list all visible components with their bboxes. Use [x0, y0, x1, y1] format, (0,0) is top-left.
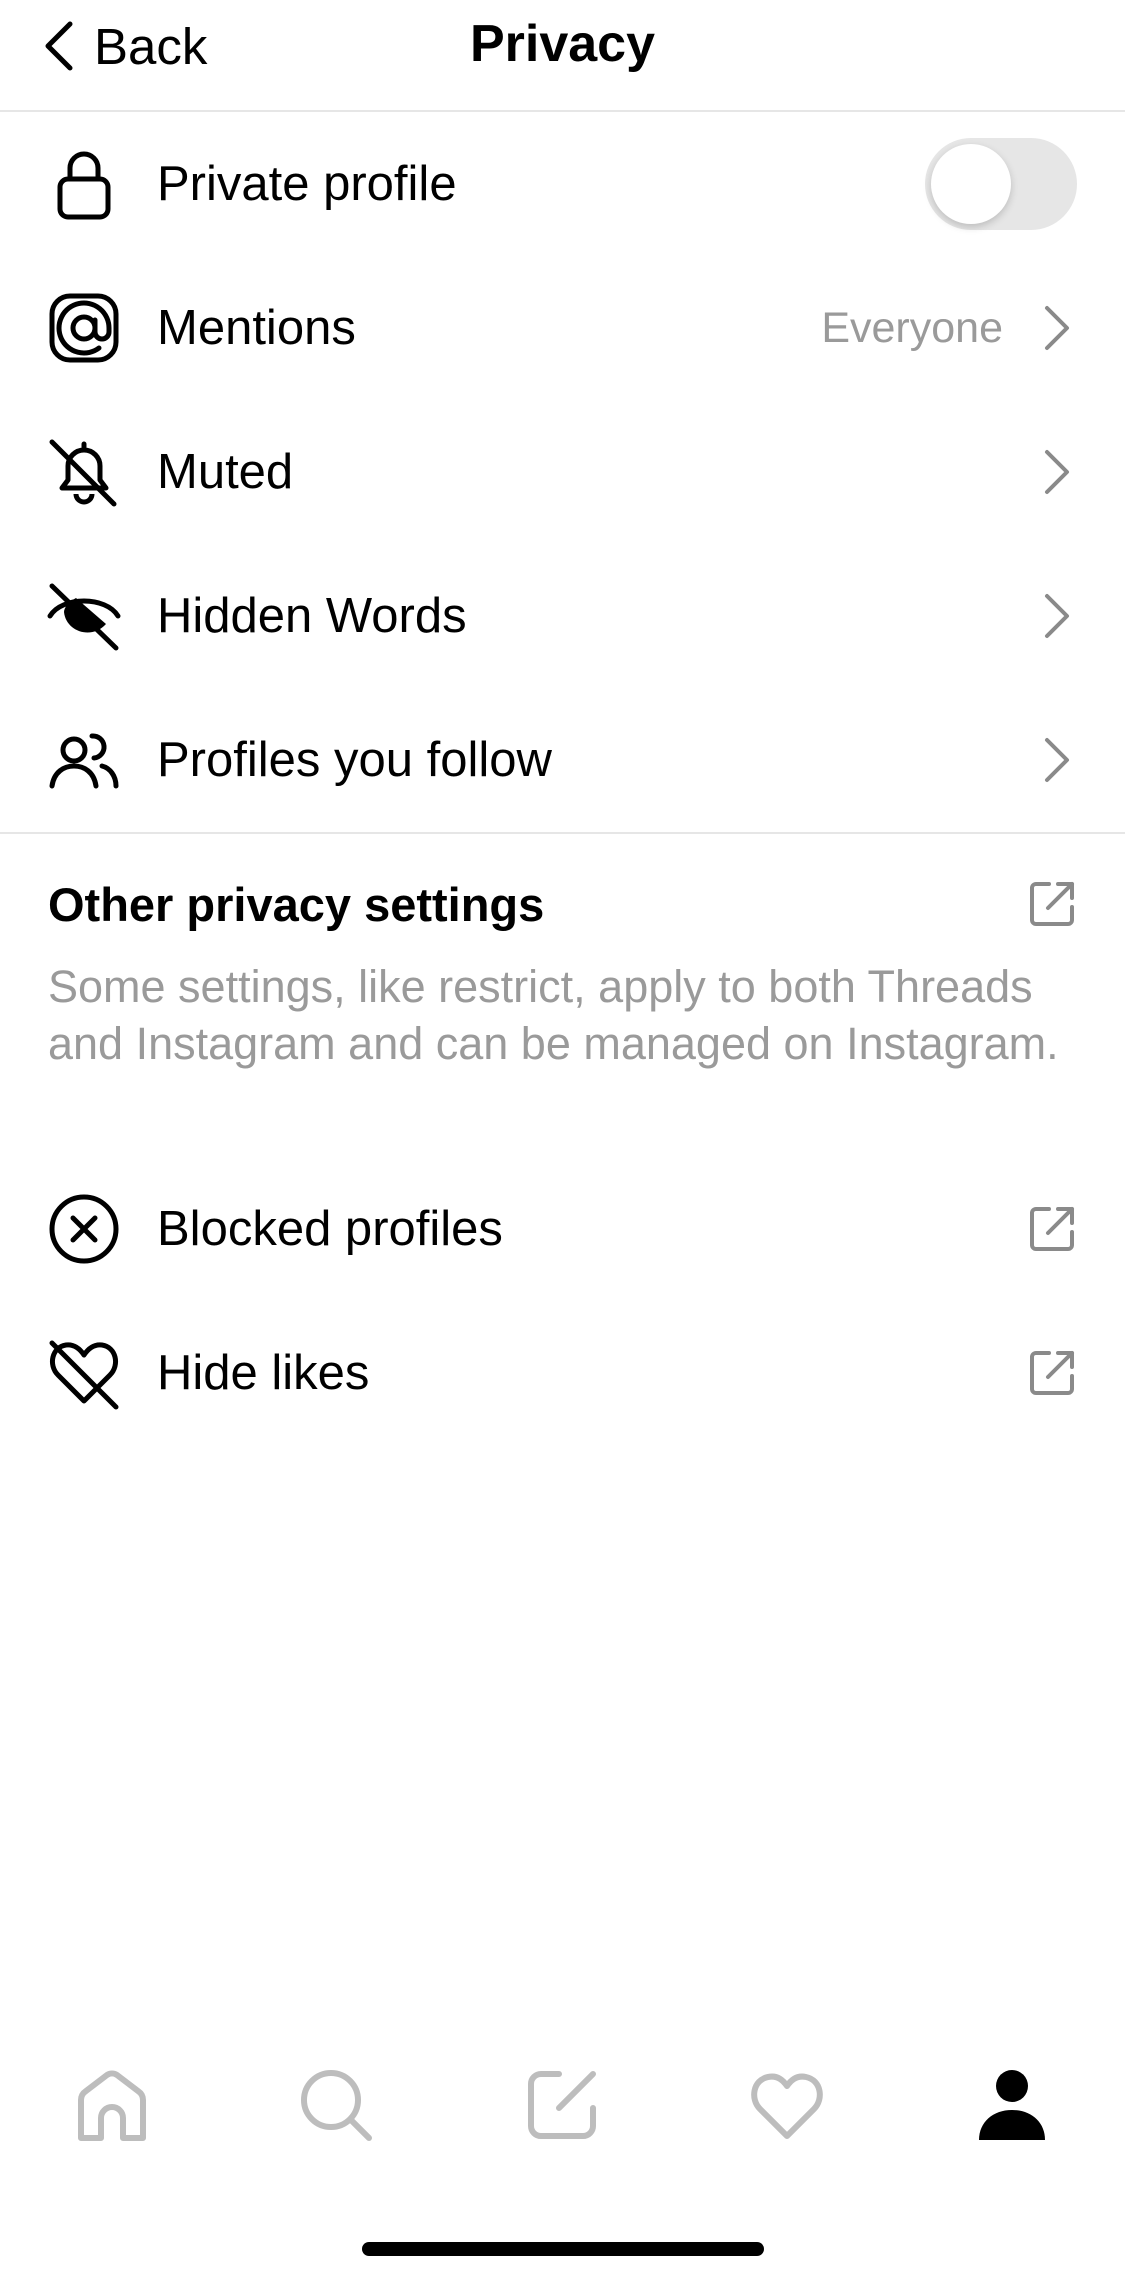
x-circle-icon — [46, 1191, 122, 1267]
hidden-words-row[interactable]: Hidden Words — [0, 544, 1125, 688]
mentions-row[interactable]: Mentions Everyone — [0, 256, 1125, 400]
chevron-right-icon — [1045, 594, 1069, 638]
compose-icon — [528, 2071, 596, 2139]
external-link-icon[interactable] — [1027, 879, 1077, 929]
top-bar: Back Privacy — [0, 0, 1125, 112]
profiles-you-follow-row[interactable]: Profiles you follow — [0, 688, 1125, 832]
bottom-tab-bar — [0, 2060, 1125, 2160]
hide-likes-row[interactable]: Hide likes — [0, 1301, 1125, 1445]
tab-home[interactable] — [67, 2060, 157, 2150]
external-link-icon — [1030, 1351, 1074, 1395]
muted-row[interactable]: Muted — [0, 400, 1125, 544]
tab-profile[interactable] — [967, 2060, 1057, 2150]
tab-search[interactable] — [291, 2060, 381, 2150]
blocked-profiles-row[interactable]: Blocked profiles — [0, 1157, 1125, 1301]
toggle-knob — [931, 144, 1011, 224]
section-divider — [0, 832, 1125, 834]
search-icon — [301, 2070, 372, 2141]
hide-likes-label: Hide likes — [157, 1346, 370, 1400]
lock-icon — [46, 146, 122, 222]
chevron-right-icon — [1045, 450, 1069, 494]
other-privacy-description: Some settings, like restrict, apply to b… — [48, 961, 1059, 1069]
chevron-right-icon — [1045, 738, 1069, 782]
mentions-value: Everyone — [821, 303, 1003, 352]
tab-compose[interactable] — [517, 2060, 607, 2150]
hidden-words-label: Hidden Words — [157, 589, 467, 643]
page-title: Privacy — [469, 15, 656, 73]
heart-icon — [751, 2073, 823, 2139]
private-profile-label: Private profile — [157, 157, 457, 211]
mentions-label: Mentions — [157, 301, 356, 355]
eye-off-icon — [46, 578, 122, 654]
home-indicator — [362, 2242, 764, 2256]
heart-off-icon — [46, 1335, 122, 1411]
other-privacy-title: Other privacy settings — [48, 878, 545, 931]
people-icon — [46, 722, 122, 798]
home-icon — [78, 2070, 146, 2141]
private-profile-toggle[interactable] — [925, 138, 1077, 230]
profile-icon — [979, 2070, 1045, 2140]
at-sign-icon — [46, 290, 122, 366]
muted-label: Muted — [157, 445, 294, 499]
blocked-profiles-label: Blocked profiles — [157, 1202, 503, 1256]
private-profile-row: Private profile — [0, 112, 1125, 256]
profiles-you-follow-label: Profiles you follow — [157, 733, 552, 787]
bell-off-icon — [46, 434, 122, 510]
external-link-icon — [1030, 1207, 1074, 1251]
chevron-right-icon — [1045, 306, 1069, 350]
tab-activity[interactable] — [742, 2060, 832, 2150]
